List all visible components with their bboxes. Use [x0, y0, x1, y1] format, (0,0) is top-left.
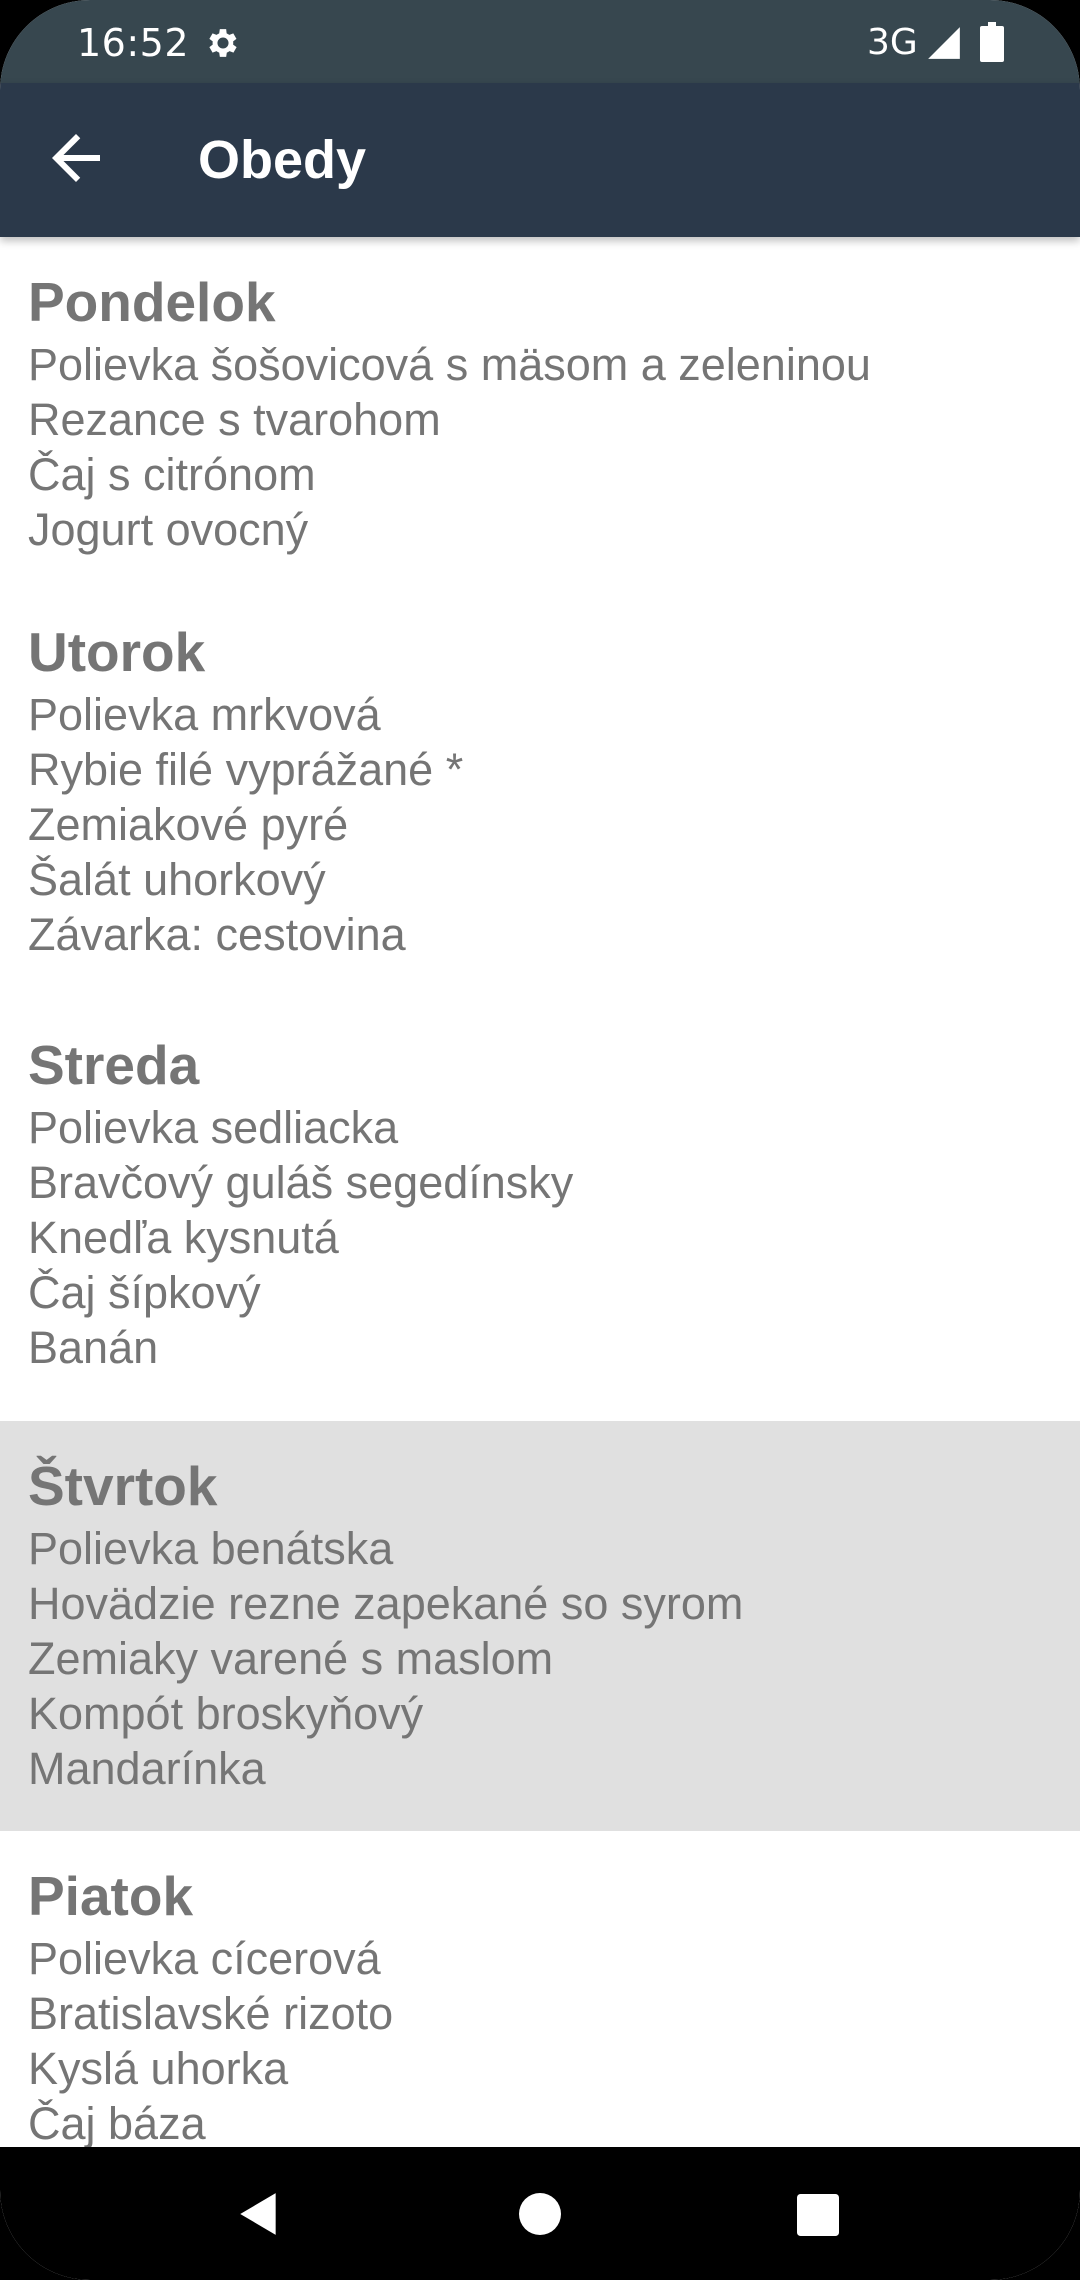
menu-item: Knedľa kysnutá — [28, 1212, 339, 1263]
nav-back-triangle-icon[interactable] — [234, 2189, 284, 2239]
app-bar: Obedy — [0, 83, 1080, 237]
navigation-bar — [0, 2147, 1080, 2280]
menu-item: Polievka sedliacka — [28, 1102, 399, 1153]
page-title: Obedy — [198, 130, 367, 190]
menu-item: Polievka cícerová — [28, 1933, 381, 1984]
menu-item: Čaj báza — [28, 2098, 206, 2147]
menu-item: Hovädzie rezne zapekané so syrom — [28, 1578, 744, 1629]
settings-gear-icon — [209, 29, 237, 57]
day-card-piatok[interactable]: Piatok Polievka cícerová Bratislavské ri… — [0, 1831, 1080, 2147]
network-type-label: 3G — [867, 22, 918, 63]
day-card-streda[interactable]: Streda Polievka sedliacka Bravčový guláš… — [0, 1000, 1080, 1413]
screen: 16:52 3G Obedy Pondelok Polievka šošovic… — [0, 0, 1080, 2280]
day-title: Utorok — [28, 621, 206, 683]
day-card-pondelok[interactable]: Pondelok Polievka šošovicová s mäsom a z… — [0, 237, 1080, 587]
menu-item: Čaj s citrónom — [28, 449, 316, 500]
menu-item: Šalát uhorkový — [28, 854, 326, 905]
menu-item: Banán — [28, 1322, 159, 1373]
battery-icon — [980, 22, 1004, 62]
menu-item: Kyslá uhorka — [28, 2043, 289, 2094]
menu-item: Rezance s tvarohom — [28, 394, 441, 445]
menu-item: Jogurt ovocný — [28, 504, 309, 555]
menu-item: Bratislavské rizoto — [28, 1988, 394, 2039]
day-card-stvrtok[interactable]: Štvrtok Polievka benátska Hovädzie rezne… — [0, 1421, 1080, 1831]
nav-recents-square-icon[interactable] — [797, 2194, 839, 2236]
cell-signal-icon — [928, 27, 960, 59]
status-time: 16:52 — [77, 21, 190, 65]
menu-item: Kompót broskyňový — [28, 1688, 424, 1739]
day-card-utorok[interactable]: Utorok Polievka mrkvová Rybie filé vyprá… — [0, 587, 1080, 1000]
menu-item: Závarka: cestovina — [28, 909, 406, 960]
menu-item: Polievka mrkvová — [28, 689, 381, 740]
nav-home-circle-icon[interactable] — [519, 2193, 561, 2235]
status-bar: 16:52 3G — [0, 0, 1080, 83]
back-arrow-icon[interactable] — [40, 122, 112, 194]
menu-item: Bravčový guláš segedínsky — [28, 1157, 574, 1208]
menu-list[interactable]: Pondelok Polievka šošovicová s mäsom a z… — [0, 237, 1080, 2147]
day-title: Pondelok — [28, 271, 276, 333]
menu-item: Rybie filé vyprážané * — [28, 744, 464, 795]
menu-item: Zemiaky varené s maslom — [28, 1633, 554, 1684]
menu-item: Mandarínka — [28, 1743, 266, 1794]
menu-item: Polievka benátska — [28, 1523, 394, 1574]
menu-item: Zemiakové pyré — [28, 799, 349, 850]
day-title: Štvrtok — [28, 1455, 218, 1517]
day-title: Streda — [28, 1034, 200, 1096]
day-title: Piatok — [28, 1865, 194, 1927]
menu-item: Čaj šípkový — [28, 1267, 261, 1318]
menu-item: Polievka šošovicová s mäsom a zeleninou — [28, 339, 871, 390]
